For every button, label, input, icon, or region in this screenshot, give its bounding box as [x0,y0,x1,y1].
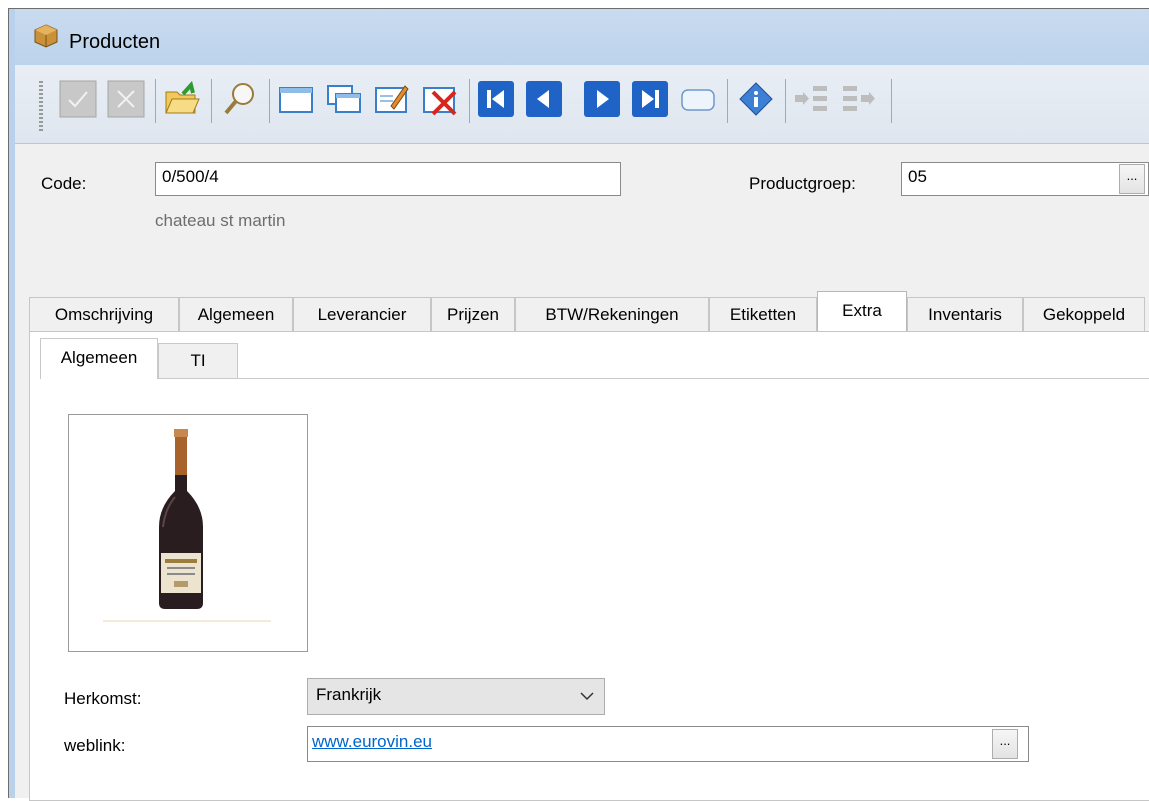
edit-icon [375,85,409,113]
code-field[interactable]: 0/500/4 [155,162,621,196]
first-icon [478,81,514,117]
subtab-algemeen[interactable]: Algemeen [40,338,158,379]
link-out-icon [843,86,875,111]
extra-panel: Algemeen TI Herkomst: Frankrijk weblink:… [29,331,1149,801]
product-image[interactable] [68,414,308,652]
weblink-link[interactable]: www.eurovin.eu [312,732,432,751]
last-icon [632,81,668,117]
toolbar-separator [727,79,728,123]
product-description: chateau st martin [155,211,286,230]
herkomst-label: Herkomst: [64,689,142,708]
info-icon [739,82,773,116]
rounded-rect-icon [681,89,715,111]
previous-icon [526,81,562,117]
toolbar-separator [269,79,270,123]
weblink-label: weblink: [64,736,126,755]
title-bar: Producten [15,9,1149,65]
delete-record-button[interactable] [421,80,459,118]
tab-inventaris[interactable]: Inventaris [907,297,1023,331]
subtab-ti[interactable]: TI [158,343,238,378]
tab-leverancier[interactable]: Leverancier [293,297,431,331]
sub-tabs: Algemeen TI [40,338,1149,379]
window-title: Producten [69,31,161,53]
toolbar [15,65,1149,144]
checkmark-icon [59,80,97,118]
info-button[interactable] [737,80,775,118]
delete-icon [423,87,457,116]
productgroep-value: 05 [908,167,927,186]
tab-prijzen[interactable]: Prijzen [431,297,515,331]
tab-gekoppeld[interactable]: Gekoppeld [1023,297,1145,331]
code-label: Code: [41,174,87,193]
link-in-button[interactable] [793,80,831,118]
weblink-browse-button[interactable]: ... [992,729,1018,759]
producten-window: Producten Code: 0/500/4 chateau st marti… [8,8,1149,801]
edit-record-button[interactable] [373,80,411,118]
link-out-button[interactable] [841,80,879,118]
wine-bottle-image [103,429,271,622]
search-button[interactable] [221,80,259,118]
tab-btw-rekeningen[interactable]: BTW/Rekeningen [515,297,709,331]
confirm-button[interactable] [59,80,97,118]
toolbar-separator [891,79,892,123]
herkomst-value: Frankrijk [316,685,382,704]
weblink-field[interactable]: www.eurovin.eu [307,726,1029,762]
copy-record-button[interactable] [325,80,363,118]
copy-windows-icon [327,85,361,113]
next-icon [584,81,620,117]
herkomst-dropdown[interactable]: Frankrijk [307,678,605,715]
new-record-button[interactable] [277,80,315,118]
code-value: 0/500/4 [162,167,219,186]
blank-button[interactable] [679,80,717,118]
new-window-icon [279,87,313,113]
toolbar-separator [469,79,470,123]
productgroep-field[interactable]: 05 [901,162,1149,196]
x-icon [107,80,145,118]
toolbar-separator [785,79,786,123]
last-record-button[interactable] [631,80,669,118]
toolbar-grip[interactable] [39,81,43,133]
chevron-down-icon [580,692,594,701]
toolbar-separator [155,79,156,123]
box-icon [34,24,58,48]
tab-extra[interactable]: Extra [817,291,907,332]
tab-etiketten[interactable]: Etiketten [709,297,817,331]
previous-record-button[interactable] [525,80,563,118]
link-in-icon [795,86,827,111]
tab-omschrijving[interactable]: Omschrijving [29,297,179,331]
toolbar-separator [211,79,212,123]
cancel-button[interactable] [107,80,145,118]
magnifier-icon [224,83,254,115]
next-record-button[interactable] [583,80,621,118]
open-folder-button[interactable] [163,80,201,118]
productgroep-lookup-button[interactable]: ... [1119,164,1145,194]
tab-algemeen[interactable]: Algemeen [179,297,293,331]
productgroep-label: Productgroep: [749,174,856,193]
first-record-button[interactable] [477,80,515,118]
main-tabs: Omschrijving Algemeen Leverancier Prijze… [29,291,1149,332]
folder-open-icon [165,80,200,114]
product-header: Code: 0/500/4 chateau st martin Productg… [15,144,1149,294]
